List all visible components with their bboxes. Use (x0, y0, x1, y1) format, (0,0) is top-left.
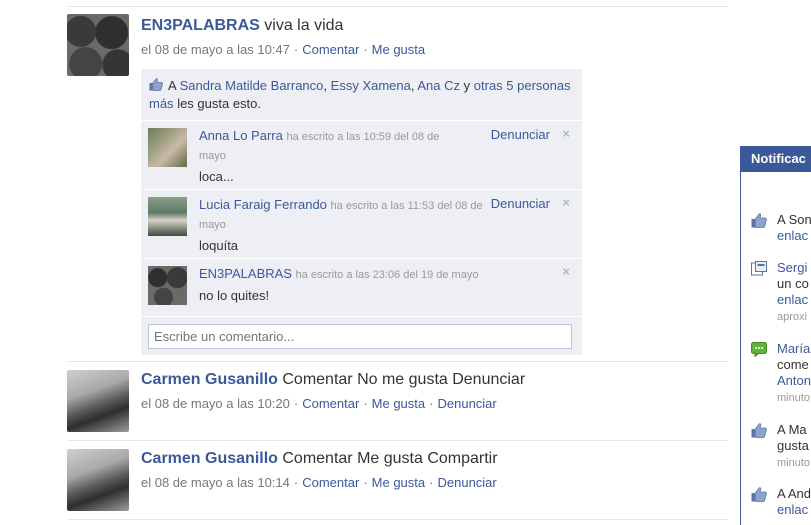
report-link[interactable]: Denunciar (437, 475, 496, 490)
comment-item: EN3PALABRAS ha escrito a las 23:06 del 1… (141, 258, 582, 316)
story-title: EN3PALABRAS viva la vida (141, 16, 728, 36)
author-avatar[interactable] (67, 14, 129, 76)
timestamp[interactable]: el 08 de mayo a las 10:47 (141, 42, 290, 57)
story-divider (67, 361, 728, 362)
commenter-name[interactable]: Anna Lo Parra (199, 128, 283, 143)
comment-link[interactable]: Comentar (302, 396, 359, 411)
delete-comment-icon[interactable]: × (562, 264, 570, 279)
likes-comma-2: , (410, 78, 415, 93)
story-meta: el 08 de mayo a las 10:47 · Comentar · Me gu… (141, 42, 426, 57)
story-meta: el 08 de mayo a las 10:20 · Comentar · Me gu… (141, 396, 497, 411)
delete-comment-icon[interactable]: × (562, 126, 570, 141)
feed-story-1: EN3PALABRAS viva la vida el 08 de mayo a… (67, 14, 728, 355)
thumbs-up-icon (149, 78, 163, 91)
comment-link[interactable]: Comentar (302, 475, 359, 490)
author-link[interactable]: Carmen Gusanillo (141, 450, 278, 467)
commenter-name[interactable]: EN3PALABRAS (199, 266, 292, 281)
comment-link[interactable]: Comentar (302, 42, 359, 57)
comment-item: Lucia Faraig Ferrando ha escrito a las 1… (141, 189, 582, 258)
author-link[interactable]: EN3PALABRAS (141, 17, 260, 34)
comment-composer (141, 316, 582, 355)
story-content: EN3PALABRAS viva la vida el 08 de mayo a… (141, 14, 728, 58)
author-avatar[interactable] (67, 370, 129, 432)
like-link[interactable]: Me gusta (372, 42, 425, 57)
likes-summary: A Sandra Matilde Barranco, Essy Xamena, … (141, 69, 582, 120)
notification-time: minuto (777, 457, 811, 469)
comment-item: Anna Lo Parra ha escrito a las 10:59 del… (141, 120, 582, 189)
share-icon (751, 261, 767, 276)
liker-link-1[interactable]: Sandra Matilde Barranco (180, 78, 324, 93)
commenter-avatar[interactable] (148, 128, 187, 167)
report-link[interactable]: Denunciar (491, 196, 550, 211)
notification-time: aproxi (777, 311, 807, 323)
comment-header: Lucia Faraig Ferrando ha escrito a las 1… (199, 196, 484, 234)
commenter-name[interactable]: Lucia Faraig Ferrando (199, 197, 327, 212)
feed-story-2: Carmen Gusanillo Comentar No me gusta De… (67, 370, 728, 434)
story-divider (67, 440, 728, 441)
story-content: Carmen Gusanillo Comentar Me gusta Compa… (141, 449, 728, 491)
notifications-header[interactable]: Notificac (741, 146, 811, 172)
top-divider (67, 6, 728, 7)
likes-suffix: les gusta esto. (177, 96, 262, 111)
notification-line: A Ma (777, 422, 807, 437)
likes-prefix: A (168, 78, 176, 93)
author-avatar[interactable] (67, 449, 129, 511)
like-icon (751, 213, 767, 228)
comment-header: EN3PALABRAS ha escrito a las 23:06 del 1… (199, 265, 574, 284)
notification-time: minuto (777, 392, 811, 404)
report-link[interactable]: Denunciar (437, 396, 496, 411)
status-text: viva la vida (264, 17, 344, 34)
comment-text: loca... (199, 169, 234, 184)
story-meta: el 08 de mayo a las 10:14 · Comentar · Me gu… (141, 475, 497, 490)
comment-header: Anna Lo Parra ha escrito a las 10:59 del… (199, 127, 464, 165)
like-icon (751, 423, 767, 438)
like-link[interactable]: Me gusta (372, 475, 425, 490)
comment-text: no lo quites! (199, 288, 270, 303)
delete-comment-icon[interactable]: × (562, 195, 570, 210)
likes-and: y (463, 78, 471, 93)
timestamp[interactable]: el 08 de mayo a las 10:14 (141, 475, 290, 490)
notification-line: A And (777, 486, 811, 501)
story-title: Carmen Gusanillo Comentar Me gusta Compa… (141, 449, 728, 469)
story-divider (67, 519, 728, 520)
comment-icon (751, 342, 767, 358)
story-content: Carmen Gusanillo Comentar No me gusta De… (141, 370, 728, 412)
notification-line: gusta (777, 438, 809, 453)
notification-line: come (777, 357, 809, 372)
liker-link-2[interactable]: Essy Xamena (331, 78, 411, 93)
timestamp[interactable]: el 08 de mayo a las 10:20 (141, 396, 290, 411)
notification-line: enlac (777, 228, 809, 243)
notification-line: enlac (777, 292, 809, 307)
notification-line: enlac (777, 502, 809, 517)
like-icon (751, 487, 767, 502)
like-link[interactable]: Me gusta (372, 396, 425, 411)
commenter-avatar[interactable] (148, 197, 187, 236)
report-link[interactable]: Denunciar (491, 127, 550, 142)
comment-input[interactable] (148, 324, 572, 349)
feedback-box: A Sandra Matilde Barranco, Essy Xamena, … (141, 69, 582, 355)
comment-timestamp: ha escrito a las 23:06 del 19 de mayo (295, 269, 479, 281)
comment-text: loquíta (199, 238, 239, 253)
notification-line: María (777, 341, 811, 356)
liker-link-3[interactable]: Ana Cz (417, 78, 460, 93)
author-link[interactable]: Carmen Gusanillo (141, 371, 278, 388)
commenter-avatar[interactable] (148, 266, 187, 305)
notification-line: Sergi (777, 260, 808, 275)
status-text: Comentar Me gusta Compartir (282, 450, 498, 467)
notifications-panel: Notificac A Son enlac Sergi un co enlac apro… (740, 146, 811, 525)
notification-line: A Son (777, 212, 811, 227)
status-text: Comentar No me gusta Denunciar (282, 371, 526, 388)
likes-comma-1: , (323, 78, 328, 93)
story-title: Carmen Gusanillo Comentar No me gusta De… (141, 370, 728, 390)
notification-line: un co (777, 276, 809, 291)
feed-story-3: Carmen Gusanillo Comentar Me gusta Compa… (67, 449, 728, 513)
notification-line: Anton (777, 373, 811, 388)
